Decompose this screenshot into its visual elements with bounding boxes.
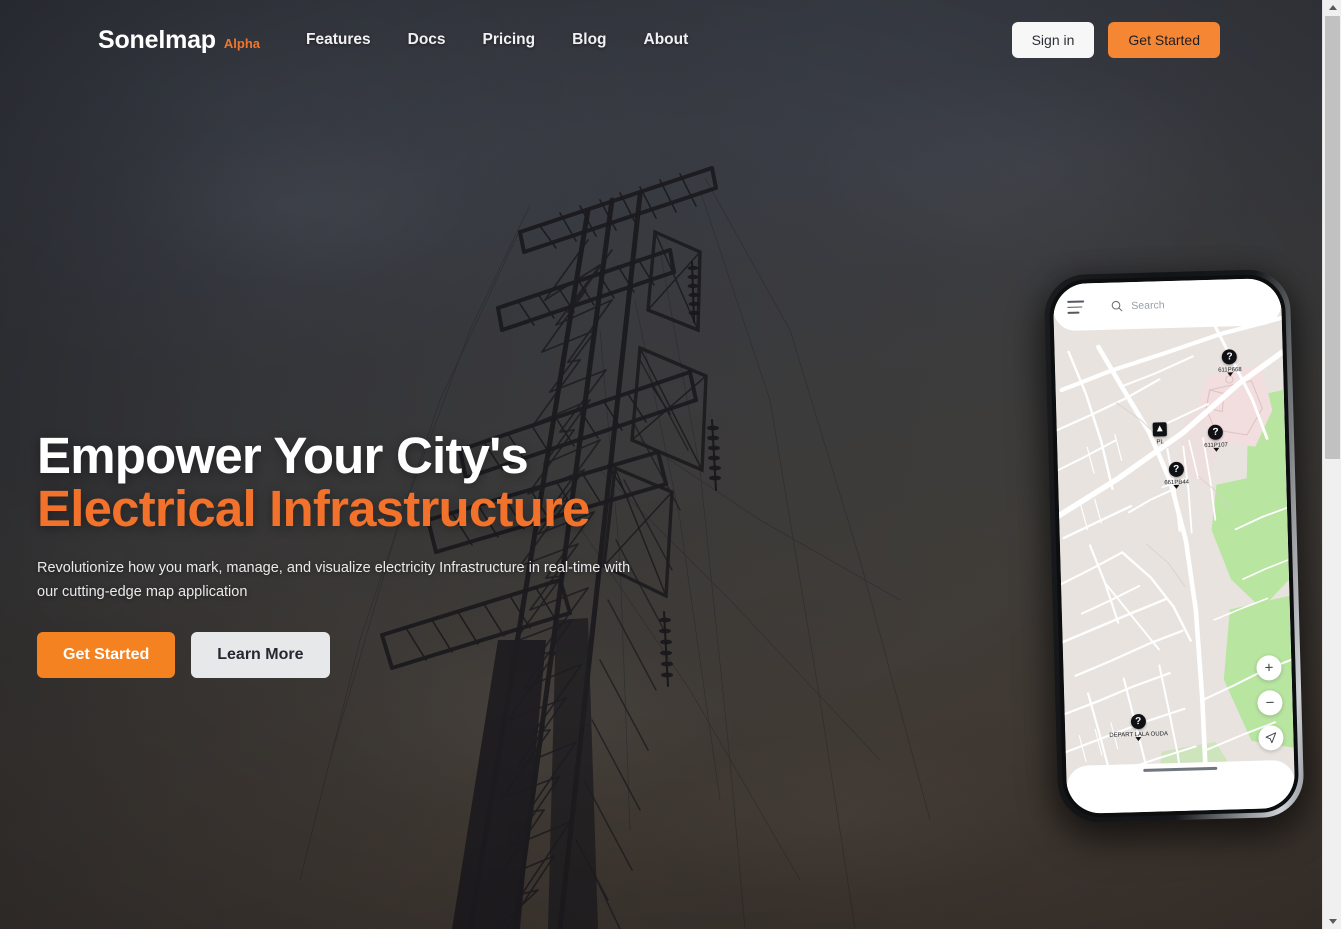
- nav-actions: Sign in Get Started: [1011, 22, 1220, 58]
- question-mark-pin-icon: ?: [1130, 713, 1146, 730]
- app-search-field[interactable]: Search: [1110, 298, 1165, 313]
- hero-headline: Empower Your City's Electrical Infrastru…: [37, 427, 717, 537]
- phone-mockup: ? 611P668 ? 611P107 ▲ PL ? 661PB44 ? DEP…: [1035, 258, 1313, 830]
- minus-icon: −: [1265, 694, 1275, 712]
- nav-link-docs[interactable]: Docs: [408, 31, 446, 49]
- brand-alpha-badge: Alpha: [223, 35, 260, 51]
- page-viewport: Sonelmap Alpha Features Docs Pricing Blo…: [0, 0, 1322, 929]
- question-mark-pin-icon: ?: [1207, 424, 1224, 440]
- app-search-placeholder: Search: [1131, 298, 1165, 312]
- map-marker-pl[interactable]: ▲ PL: [1152, 422, 1168, 446]
- zoom-out-button[interactable]: −: [1257, 690, 1283, 716]
- hamburger-menu-icon[interactable]: [1067, 300, 1085, 314]
- scrollbar-thumb[interactable]: [1325, 16, 1340, 459]
- nav-link-pricing[interactable]: Pricing: [483, 31, 536, 49]
- sign-in-button[interactable]: Sign in: [1011, 22, 1095, 58]
- plus-icon: +: [1264, 659, 1274, 677]
- nav-link-features[interactable]: Features: [306, 31, 371, 49]
- question-mark-pin-icon: ?: [1168, 461, 1184, 478]
- nav-links: Features Docs Pricing Blog About: [306, 31, 688, 49]
- get-started-nav-button[interactable]: Get Started: [1108, 22, 1220, 58]
- brand-name: Sonelmap: [98, 25, 216, 54]
- nav-link-blog[interactable]: Blog: [572, 31, 606, 49]
- navigation-arrow-icon: [1265, 732, 1277, 744]
- brand-logo[interactable]: Sonelmap Alpha: [98, 26, 260, 55]
- hero-get-started-button[interactable]: Get Started: [37, 632, 176, 678]
- map-marker-611p107[interactable]: ? 611P107: [1204, 424, 1228, 449]
- nav-link-about[interactable]: About: [644, 31, 689, 49]
- scroll-down-arrow[interactable]: [1323, 914, 1341, 929]
- vertical-scrollbar[interactable]: [1322, 0, 1341, 929]
- app-top-bar: Search: [1052, 277, 1282, 332]
- browser-page: Sonelmap Alpha Features Docs Pricing Blo…: [0, 0, 1341, 929]
- map-controls: + −: [1256, 655, 1284, 751]
- hero-headline-line-1: Empower Your City's: [37, 427, 529, 484]
- scroll-up-arrow[interactable]: [1323, 0, 1341, 15]
- map-marker-label: PL: [1156, 439, 1164, 446]
- map-marker-661pb44[interactable]: ? 661PB44: [1164, 461, 1189, 486]
- locate-me-button[interactable]: [1258, 725, 1284, 751]
- phone-screen: ? 611P668 ? 611P107 ▲ PL ? 661PB44 ? DEP…: [1052, 277, 1296, 815]
- question-mark-pin-icon: ?: [1221, 349, 1238, 365]
- phone-bezel: ? 611P668 ? 611P107 ▲ PL ? 661PB44 ? DEP…: [1048, 273, 1300, 819]
- map-marker-depart-lala-ouda[interactable]: ? DEPART LALA OUDA: [1109, 713, 1168, 739]
- map-marker-611p668[interactable]: ? 611P668: [1218, 349, 1242, 374]
- hero-learn-more-button[interactable]: Learn More: [191, 632, 330, 678]
- hero-headline-line-2: Electrical Infrastructure: [37, 479, 590, 537]
- zoom-in-button[interactable]: +: [1256, 655, 1282, 681]
- search-icon: [1111, 300, 1123, 312]
- tower-pin-icon: ▲: [1152, 422, 1167, 437]
- hero-cta-group: Get Started Learn More: [37, 632, 717, 678]
- top-navigation-bar: Sonelmap Alpha Features Docs Pricing Blo…: [0, 0, 1322, 80]
- hero-section: Empower Your City's Electrical Infrastru…: [37, 427, 717, 678]
- phone-frame: ? 611P668 ? 611P107 ▲ PL ? 661PB44 ? DEP…: [1043, 268, 1305, 824]
- hero-subtitle: Revolutionize how you mark, manage, and …: [37, 560, 631, 600]
